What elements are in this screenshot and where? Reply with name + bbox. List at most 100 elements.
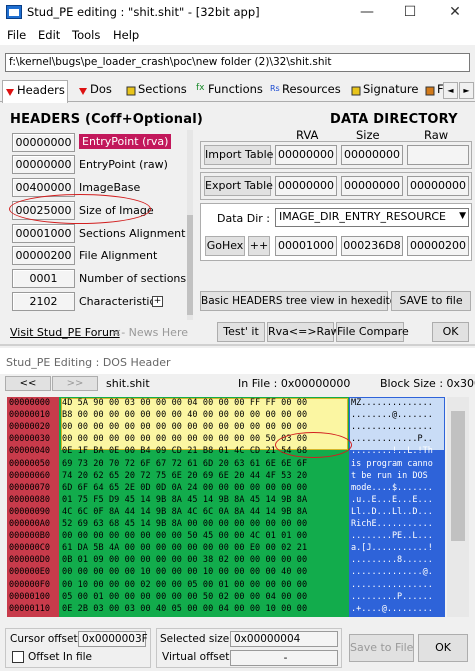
hex-row-ascii[interactable]: ........@.......: [351, 410, 433, 421]
hex-row-bytes[interactable]: 00 00 00 00 00 00 00 00 50 45 00 00 4C 0…: [62, 531, 307, 542]
ok-button[interactable]: OK: [432, 322, 469, 342]
visit-forum-link[interactable]: Visit Stud_PE Forum: [10, 326, 120, 339]
import-table-button[interactable]: Import Table: [204, 145, 273, 165]
hex-row-bytes[interactable]: B8 00 00 00 00 00 00 00 40 00 00 00 00 0…: [62, 410, 307, 421]
hex-row-ascii[interactable]: RichE...........: [351, 519, 433, 530]
scrollbar-thumb[interactable]: [451, 411, 465, 541]
tab-functions[interactable]: fx Functions: [194, 82, 263, 102]
hex-row-ascii[interactable]: .............P..: [351, 434, 433, 445]
hex-row-bytes[interactable]: 52 69 63 68 45 14 9B 8A 00 00 00 00 00 0…: [62, 519, 307, 530]
save-to-file-button[interactable]: SAVE to file: [391, 291, 471, 311]
sections-alignment-field[interactable]: 00001000: [12, 224, 75, 243]
hex-row-bytes[interactable]: 74 20 62 65 20 72 75 6E 20 69 6E 20 44 4…: [62, 471, 307, 482]
tab-headers[interactable]: Headers: [2, 80, 68, 103]
hex-row-ascii[interactable]: .+....@.........: [351, 604, 433, 615]
hex-row-offset: 00000030: [9, 434, 50, 445]
hex-row-ascii[interactable]: a.[J...........!: [351, 543, 433, 554]
headers-title: HEADERS (Coff+Optional): [10, 112, 203, 127]
maximize-button[interactable]: ☐: [395, 3, 425, 21]
hex-row-bytes[interactable]: 0B 01 09 00 00 00 00 00 00 38 02 00 00 0…: [62, 555, 307, 566]
hex-row-bytes[interactable]: 4D 5A 90 00 03 00 00 00 04 00 00 00 FF F…: [62, 398, 307, 409]
data-dir-size-field[interactable]: 000236D8: [341, 236, 403, 256]
hex-row-ascii[interactable]: ........!..L.!Th: [351, 446, 433, 457]
hex-row-ascii[interactable]: ................: [351, 580, 433, 591]
hex-row-bytes[interactable]: 01 75 F5 D9 45 14 9B 8A 45 14 9B 8A 45 1…: [62, 495, 307, 506]
next-block-button[interactable]: >>: [52, 376, 98, 391]
tab-sections[interactable]: Sections: [124, 82, 188, 102]
dos-save-to-file-button[interactable]: Save to File: [349, 634, 414, 662]
import-raw-field[interactable]: [407, 145, 469, 165]
tab-f[interactable]: F: [423, 82, 443, 102]
import-size-field[interactable]: 00000000: [341, 145, 403, 165]
menu-tools[interactable]: Tools: [72, 28, 100, 42]
tab-dos[interactable]: Dos: [76, 82, 118, 102]
hex-row-bytes[interactable]: 00 10 00 00 00 02 00 00 05 00 01 00 00 0…: [62, 580, 307, 591]
hex-row-bytes[interactable]: 61 DA 5B 4A 00 00 00 00 00 00 00 00 E0 0…: [62, 543, 307, 554]
hex-row-ascii[interactable]: is program canno: [351, 459, 433, 470]
hex-row-bytes[interactable]: 69 73 20 70 72 6F 67 72 61 6D 20 63 61 6…: [62, 459, 307, 470]
minimize-button[interactable]: —: [352, 3, 382, 21]
export-rva-field[interactable]: 00000000: [275, 176, 337, 196]
export-raw-field[interactable]: 00000000: [407, 176, 469, 196]
scrollbar-thumb[interactable]: [187, 215, 193, 315]
tab-signature[interactable]: Signature: [349, 82, 418, 102]
hex-row-ascii[interactable]: t be run in DOS: [351, 471, 433, 482]
hex-row-offset: 000000E0: [9, 567, 50, 578]
import-rva-field[interactable]: 00000000: [275, 145, 337, 165]
virtual-offset-field[interactable]: -: [230, 650, 338, 666]
headers-scrollbar[interactable]: [187, 130, 193, 320]
data-dir-rva-field[interactable]: 00001000: [275, 236, 337, 256]
tab-resources[interactable]: Rs Resources: [268, 82, 341, 102]
export-size-field[interactable]: 00000000: [341, 176, 403, 196]
hex-row-ascii[interactable]: MZ..............: [351, 398, 433, 409]
hex-row-ascii[interactable]: Ll..D...Ll..D...: [351, 507, 433, 518]
data-dir-raw-field[interactable]: 00000200: [407, 236, 469, 256]
file-alignment-field[interactable]: 00000200: [12, 246, 75, 265]
plus-plus-button[interactable]: ++: [248, 236, 270, 256]
menu-edit[interactable]: Edit: [38, 28, 60, 42]
hex-row-bytes[interactable]: 6D 6F 64 65 2E 0D 0D 0A 24 00 00 00 00 0…: [62, 483, 307, 494]
hex-row-ascii[interactable]: mode....$.......: [351, 483, 433, 494]
hex-row-ascii[interactable]: ..............@.: [351, 567, 433, 578]
tab-scroll-right-button[interactable]: ►: [459, 82, 474, 99]
rva-raw-button[interactable]: Rva<=>Raw: [267, 322, 340, 342]
hex-scrollbar[interactable]: [447, 397, 469, 617]
menu-help[interactable]: Help: [113, 28, 139, 42]
cursor-offset-field[interactable]: 0x0000003F: [78, 631, 148, 647]
characteristics-expand-button[interactable]: +: [152, 296, 163, 307]
tab-scroll-left-button[interactable]: ◄: [443, 82, 458, 99]
hex-row-ascii[interactable]: .........8......: [351, 555, 433, 566]
characteristics-label: Characteristics: [79, 295, 162, 308]
hex-row-bytes[interactable]: 00 00 00 00 00 10 00 00 00 10 00 00 00 0…: [62, 567, 307, 578]
characteristics-field[interactable]: 2102: [12, 292, 75, 311]
prev-block-button[interactable]: <<: [5, 376, 51, 391]
hex-row-ascii[interactable]: .........P......: [351, 592, 433, 603]
hex-row-bytes[interactable]: 0E 2B 03 00 03 00 40 05 00 00 04 00 00 1…: [62, 604, 307, 615]
close-button[interactable]: ✕: [440, 3, 470, 21]
hex-row-bytes[interactable]: 00 00 00 00 00 00 00 00 00 00 00 00 00 5…: [62, 434, 307, 445]
menu-file[interactable]: File: [7, 28, 26, 42]
test-it-button[interactable]: Test' it: [217, 322, 265, 342]
data-dir-select[interactable]: IMAGE_DIR_ENTRY_RESOURCE ▼: [275, 208, 469, 227]
hex-row-ascii[interactable]: ................: [351, 422, 433, 433]
hex-row-bytes[interactable]: 00 00 00 00 00 00 00 00 00 00 00 00 00 0…: [62, 422, 307, 433]
file-compare-button[interactable]: File Compare: [336, 322, 409, 342]
entrypoint-rva-field[interactable]: 00000000: [12, 133, 75, 152]
basic-headers-tree-button[interactable]: Basic HEADERS tree view in hexeditor: [200, 291, 400, 311]
number-of-sections-field[interactable]: 0001: [12, 269, 75, 288]
dos-ok-button[interactable]: OK: [418, 634, 468, 662]
tab-label: Resources: [282, 82, 341, 96]
entrypoint-raw-field[interactable]: 00000000: [12, 155, 75, 174]
hex-row-bytes[interactable]: 4C 6C 0F 8A 44 14 9B 8A 4C 6C 0A 8A 44 1…: [62, 507, 307, 518]
hex-row-ascii[interactable]: .u..E...E...E...: [351, 495, 433, 506]
hex-row-bytes[interactable]: 05 00 01 00 00 00 00 00 00 50 02 00 00 0…: [62, 592, 307, 603]
offset-in-file-checkbox[interactable]: [12, 651, 24, 663]
hex-row-bytes[interactable]: 0E 1F BA 0E 00 B4 09 CD 21 B8 01 4C CD 2…: [62, 446, 307, 457]
gohex-button[interactable]: GoHex: [205, 236, 245, 256]
file-path-field[interactable]: f:\kernel\bugs\pe_loader_crash\poc\new f…: [5, 53, 470, 72]
selected-size-field[interactable]: 0x00000004: [230, 631, 338, 647]
hex-row-ascii[interactable]: ........PE..L...: [351, 531, 433, 542]
col-size: Size: [356, 128, 380, 142]
export-table-button[interactable]: Export Table: [204, 176, 273, 196]
resources-tab-icon: Rs: [270, 84, 280, 93]
